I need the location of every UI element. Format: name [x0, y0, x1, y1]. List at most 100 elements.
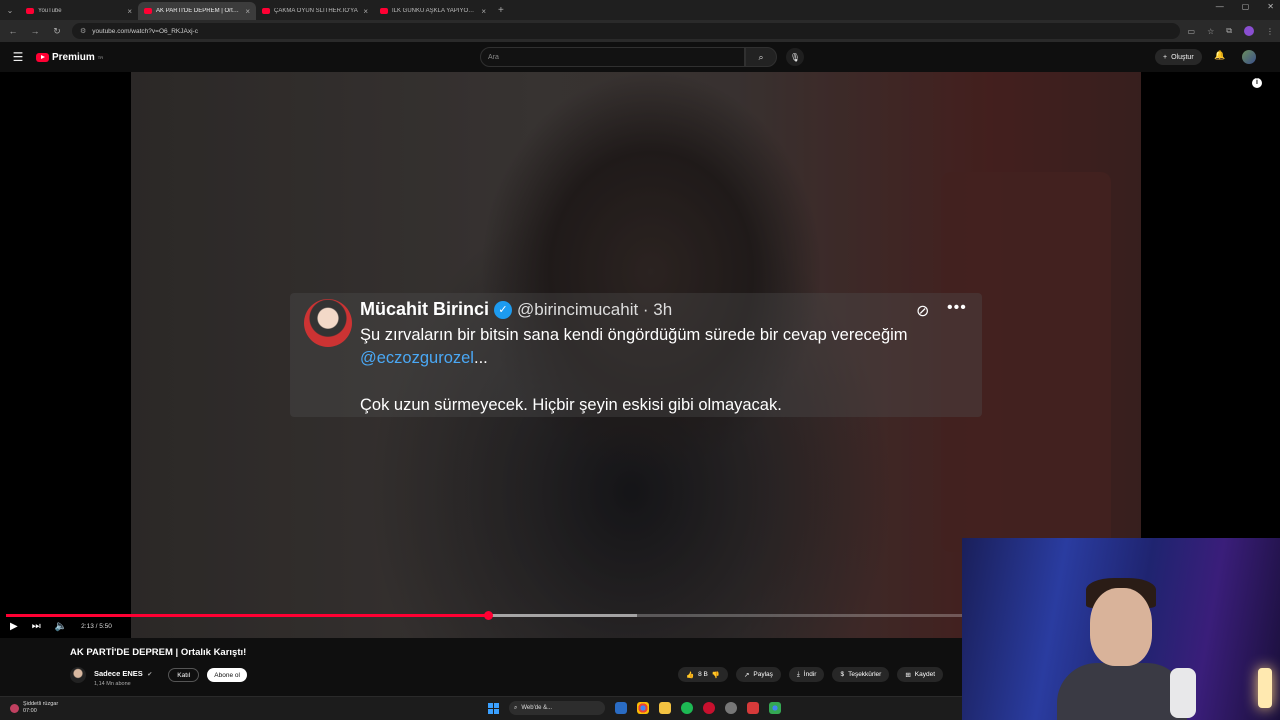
- forward-icon[interactable]: →: [28, 26, 42, 36]
- plus-icon: +: [1163, 53, 1168, 61]
- settings-icon[interactable]: [725, 702, 737, 714]
- reload-icon[interactable]: ↻: [50, 26, 64, 37]
- progress-scrubber-handle[interactable]: [483, 611, 493, 620]
- chrome-icon[interactable]: [637, 702, 649, 714]
- window-controls: — ▢ ✕: [1216, 2, 1274, 11]
- tweet-author-name: Mücahit Birinci: [360, 299, 490, 319]
- weather-condition: Şiddetli rüzgar: [23, 701, 59, 707]
- channel-name[interactable]: Sadece ENES: [94, 669, 143, 678]
- time-display: 2:13 / 5:50: [81, 623, 112, 630]
- lamp-light: [1258, 668, 1272, 708]
- taskbar-search-text: Web'de &...: [521, 705, 553, 711]
- verified-badge-icon: ✓: [494, 300, 513, 319]
- tab-title: İLK GÜNKÜ AŞKLA YAPIYORUM: [392, 8, 478, 14]
- youtube-favicon-icon: [144, 8, 152, 14]
- tweet-mention-line: @eczozgurozel...: [360, 349, 488, 368]
- back-icon[interactable]: ←: [6, 26, 20, 36]
- thumbs-down-icon[interactable]: 👎: [712, 671, 720, 679]
- channel-avatar[interactable]: [70, 667, 86, 683]
- tab-close-icon[interactable]: ×: [363, 7, 368, 16]
- next-icon[interactable]: ⏭: [32, 621, 41, 632]
- tweet-mention: @eczozgurozel: [360, 349, 474, 367]
- save-button[interactable]: ⊞ Kaydet: [897, 667, 944, 682]
- tab-slither-video[interactable]: ÇAKMA OYUN SLITHER.IO'YA ×: [256, 2, 374, 20]
- tweet-text-line: Çok uzun sürmeyecek. Hiçbir şeyin eskisi…: [360, 396, 782, 414]
- thanks-label: Teşekkürler: [848, 671, 882, 678]
- tab-close-icon[interactable]: ×: [127, 7, 132, 16]
- windows-start-icon[interactable]: [488, 702, 499, 714]
- browser-actions: ▭ ☆ ⧉ ⋮: [1188, 26, 1274, 36]
- grok-icon: ⊘: [916, 303, 930, 320]
- search-button[interactable]: ⌕: [745, 47, 777, 67]
- tweet-header: Mücahit Birinci ✓ @birincimucahit · 3h: [360, 299, 672, 320]
- save-bookmark-icon: ⊞: [905, 671, 911, 679]
- tab-youtube[interactable]: YouTube ×: [20, 2, 138, 20]
- notifications-bell-icon[interactable]: 🔔: [1214, 50, 1225, 61]
- join-button[interactable]: Katıl: [168, 668, 200, 682]
- weather-time: 07:00: [23, 708, 37, 714]
- account-avatar[interactable]: [1242, 50, 1256, 64]
- maximize-icon[interactable]: ▢: [1242, 2, 1250, 11]
- subscribe-button[interactable]: Abone ol: [207, 668, 247, 682]
- download-label: İndir: [803, 671, 817, 678]
- more-options-icon: •••: [947, 299, 967, 316]
- weather-widget[interactable]: Şiddetli rüzgar 07:00: [10, 701, 58, 715]
- spotify-icon[interactable]: [681, 702, 693, 714]
- tab-title: AK PARTİ'DE DEPREM | Ortalık: [156, 8, 242, 14]
- tweet-handle-time: @birincimucahit · 3h: [517, 299, 673, 319]
- thumbs-up-icon: 👍: [686, 671, 695, 679]
- search-icon: ⌕: [758, 51, 764, 62]
- download-button[interactable]: ⤓ İndir: [788, 667, 825, 682]
- extensions-icon[interactable]: ⧉: [1226, 26, 1232, 36]
- tweet-text-line: Şu zırvaların bir bitsin sana kendi öngö…: [360, 326, 908, 344]
- youtube-header: ☰ Premium TR Ara ⌕ 🎙 + Oluştur 🔔: [0, 42, 1280, 72]
- video-progress-bar[interactable]: [6, 611, 962, 620]
- tab-title: ÇAKMA OYUN SLITHER.IO'YA: [274, 8, 358, 14]
- search-input[interactable]: Ara: [480, 47, 745, 67]
- volume-icon[interactable]: 🔈: [55, 621, 67, 632]
- microphone-icon: 🎙: [789, 52, 801, 62]
- youtube-favicon-icon: [262, 8, 270, 14]
- tab-search-icon[interactable]: ⌄: [0, 0, 20, 20]
- menu-hamburger-icon[interactable]: ☰: [0, 50, 36, 64]
- thanks-button[interactable]: $ Teşekkürler: [832, 667, 890, 682]
- windows-taskbar: Şiddetli rüzgar 07:00 ⌕ Web'de &...: [0, 696, 962, 720]
- browser-menu-icon[interactable]: ⋮: [1266, 27, 1274, 36]
- telegram-icon[interactable]: [615, 702, 627, 714]
- like-dislike-button[interactable]: 👍 8 B 👎: [678, 667, 728, 682]
- youtube-play-logo-icon: [36, 52, 49, 62]
- share-icon: ↗: [743, 671, 750, 679]
- app-icon[interactable]: [747, 702, 759, 714]
- subscriber-count: 1,14 Mn abone: [94, 681, 131, 687]
- profile-avatar[interactable]: [1244, 26, 1254, 36]
- chrome-profile-icon[interactable]: [769, 702, 781, 714]
- tab-close-icon[interactable]: ×: [481, 7, 486, 16]
- create-button[interactable]: + Oluştur: [1155, 49, 1202, 65]
- voice-search-button[interactable]: 🎙: [786, 48, 804, 66]
- new-tab-button[interactable]: +: [498, 5, 504, 16]
- url-field[interactable]: ⚙ youtube.com/watch?v=O6_RKJAxj-c: [72, 23, 1180, 39]
- cast-icon[interactable]: ▭: [1188, 27, 1196, 36]
- bookmark-star-icon[interactable]: ☆: [1207, 27, 1214, 36]
- weather-icon: [10, 703, 19, 713]
- share-label: Paylaş: [753, 671, 773, 678]
- tab-current-video[interactable]: AK PARTİ'DE DEPREM | Ortalık ×: [138, 2, 256, 20]
- played-progress: [6, 614, 488, 617]
- play-icon[interactable]: ▶: [10, 621, 18, 632]
- channel-info: Sadece ENES ✔ 1,14 Mn abone: [94, 663, 152, 687]
- taskbar-search[interactable]: ⌕ Web'de &...: [509, 701, 605, 715]
- site-info-icon[interactable]: ⚙: [80, 27, 86, 35]
- opera-icon[interactable]: [703, 702, 715, 714]
- search-icon: ⌕: [514, 704, 518, 711]
- youtube-premium-logo[interactable]: Premium TR: [36, 52, 103, 63]
- verified-check-icon: ✔: [147, 672, 153, 678]
- video-info-icon[interactable]: i: [1252, 78, 1262, 88]
- tab-close-icon[interactable]: ×: [245, 7, 250, 16]
- file-explorer-icon[interactable]: [659, 702, 671, 714]
- minimize-icon[interactable]: —: [1216, 2, 1224, 11]
- taskbar-apps: ⌕ Web'de &...: [488, 701, 781, 715]
- share-button[interactable]: ↗ Paylaş: [735, 667, 781, 682]
- url-text: youtube.com/watch?v=O6_RKJAxj-c: [92, 27, 198, 35]
- close-window-icon[interactable]: ✕: [1267, 2, 1274, 11]
- tab-ilk-gunku-video[interactable]: İLK GÜNKÜ AŞKLA YAPIYORUM ×: [374, 2, 492, 20]
